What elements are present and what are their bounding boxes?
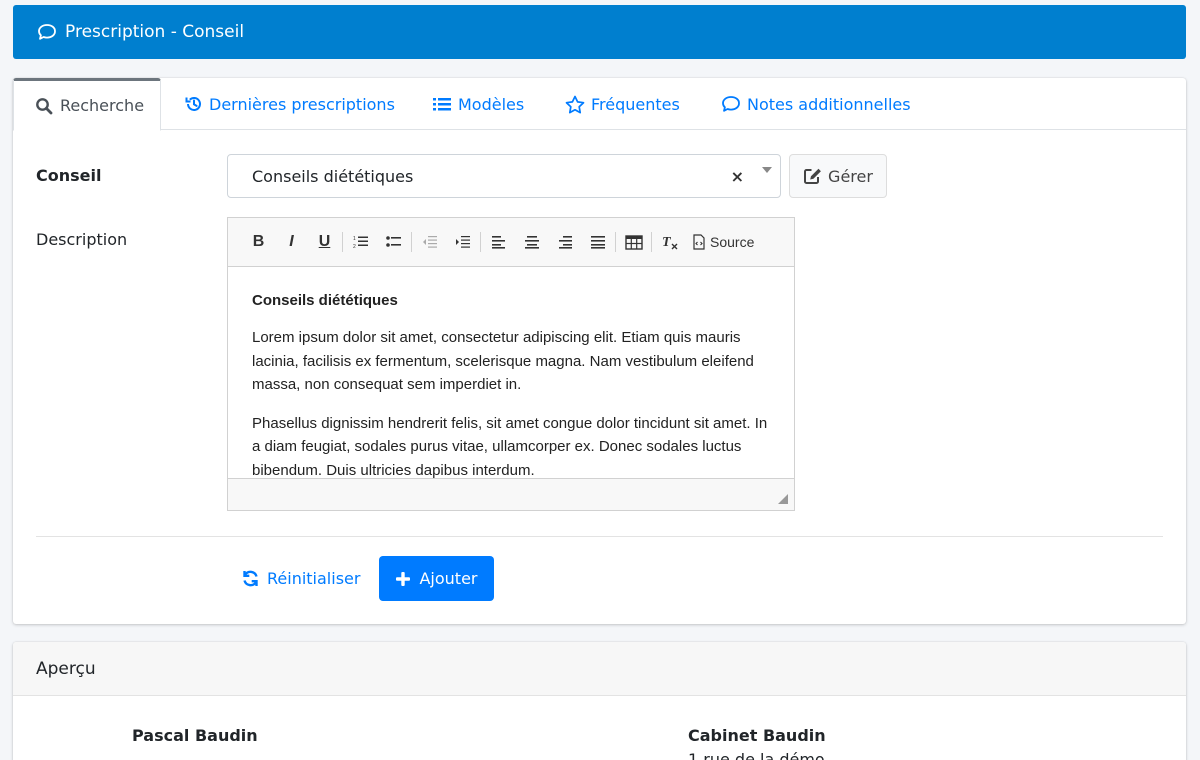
rich-text-editor[interactable]: B I U 12 T Source Conseils diététiques L…	[227, 217, 795, 511]
comment-icon	[721, 94, 741, 114]
reset-button[interactable]: Réinitialiser	[241, 556, 360, 600]
numbered-list-icon[interactable]: 12	[344, 228, 377, 256]
content-paragraph: Phasellus dignissim hendrerit felis, sit…	[252, 414, 768, 479]
comment-icon	[37, 21, 59, 43]
resize-handle-icon[interactable]	[778, 494, 788, 504]
editor-toolbar: B I U 12 T Source	[228, 218, 794, 267]
refresh-icon	[241, 568, 261, 588]
doctor-name: Pascal Baudin	[132, 726, 258, 745]
manage-button-label: Gérer	[828, 166, 873, 186]
content-heading: Conseils diététiques	[252, 292, 398, 309]
svg-text:1: 1	[353, 236, 356, 242]
conseil-selected-value: Conseils diététiques	[252, 166, 414, 186]
page-header: Prescription - Conseil	[13, 5, 1186, 59]
source-label: Source	[710, 234, 755, 250]
clear-selection-icon[interactable]: ×	[731, 167, 744, 186]
star-icon	[565, 94, 585, 114]
chevron-down-icon[interactable]	[762, 167, 772, 173]
toolbar-separator	[615, 232, 616, 252]
toolbar-separator	[480, 232, 481, 252]
manage-button[interactable]: Gérer	[789, 154, 887, 198]
plus-icon	[395, 570, 413, 588]
edit-icon	[803, 166, 823, 186]
tab-label: Modèles	[458, 94, 525, 114]
add-button[interactable]: Ajouter	[379, 556, 494, 601]
bold-button[interactable]: B	[242, 228, 275, 256]
svg-text:2: 2	[353, 244, 356, 249]
tab-frequentes[interactable]: Fréquentes	[565, 78, 680, 130]
conseil-select[interactable]: Conseils diététiques ×	[227, 154, 781, 198]
list-icon	[432, 94, 452, 114]
align-center-icon[interactable]	[515, 228, 548, 256]
content-paragraph: Lorem ipsum dolor sit amet, consectetur …	[252, 329, 754, 393]
cabinet-address: 1 rue de la démo	[688, 750, 825, 760]
align-justify-icon[interactable]	[581, 228, 614, 256]
tab-notes-additionnelles[interactable]: Notes additionnelles	[721, 78, 911, 130]
bulleted-list-icon[interactable]	[377, 228, 410, 256]
tab-label: Fréquentes	[591, 94, 680, 114]
indent-icon[interactable]	[446, 228, 479, 256]
toolbar-separator	[411, 232, 412, 252]
align-left-icon[interactable]	[482, 228, 515, 256]
description-label: Description	[36, 230, 128, 249]
form-divider	[36, 536, 1163, 537]
tab-modeles[interactable]: Modèles	[432, 78, 524, 130]
editor-content[interactable]: Conseils diététiques Lorem ipsum dolor s…	[228, 267, 794, 478]
source-icon	[693, 234, 705, 250]
align-right-icon[interactable]	[548, 228, 581, 256]
editor-statusbar	[228, 478, 794, 510]
search-icon	[34, 96, 54, 116]
tab-bar: Recherche Dernières prescriptions Modèle…	[13, 78, 1186, 131]
page-title: Prescription - Conseil	[65, 22, 245, 42]
reset-button-label: Réinitialiser	[267, 568, 361, 588]
preview-title: Aperçu	[13, 642, 1186, 696]
svg-text:T: T	[662, 235, 672, 250]
tab-label: Dernières prescriptions	[209, 94, 395, 114]
table-icon[interactable]	[617, 228, 650, 256]
tab-label: Recherche	[60, 96, 145, 115]
preview-card: Aperçu Pascal Baudin Cabinet Baudin 1 ru…	[13, 642, 1186, 760]
tab-recherche[interactable]: Recherche	[13, 78, 161, 131]
remove-format-icon[interactable]: T	[653, 228, 686, 256]
italic-button[interactable]: I	[275, 228, 308, 256]
history-icon	[183, 94, 203, 114]
add-button-label: Ajouter	[419, 569, 478, 588]
conseil-label: Conseil	[36, 166, 102, 185]
underline-button[interactable]: U	[308, 228, 341, 256]
toolbar-separator	[651, 232, 652, 252]
outdent-icon[interactable]	[413, 228, 446, 256]
tab-label: Notes additionnelles	[747, 94, 911, 114]
source-button[interactable]: Source	[686, 228, 760, 256]
toolbar-separator	[342, 232, 343, 252]
prescription-card: Recherche Dernières prescriptions Modèle…	[13, 78, 1186, 624]
cabinet-name: Cabinet Baudin	[688, 726, 826, 745]
tab-dernieres-prescriptions[interactable]: Dernières prescriptions	[183, 78, 395, 130]
